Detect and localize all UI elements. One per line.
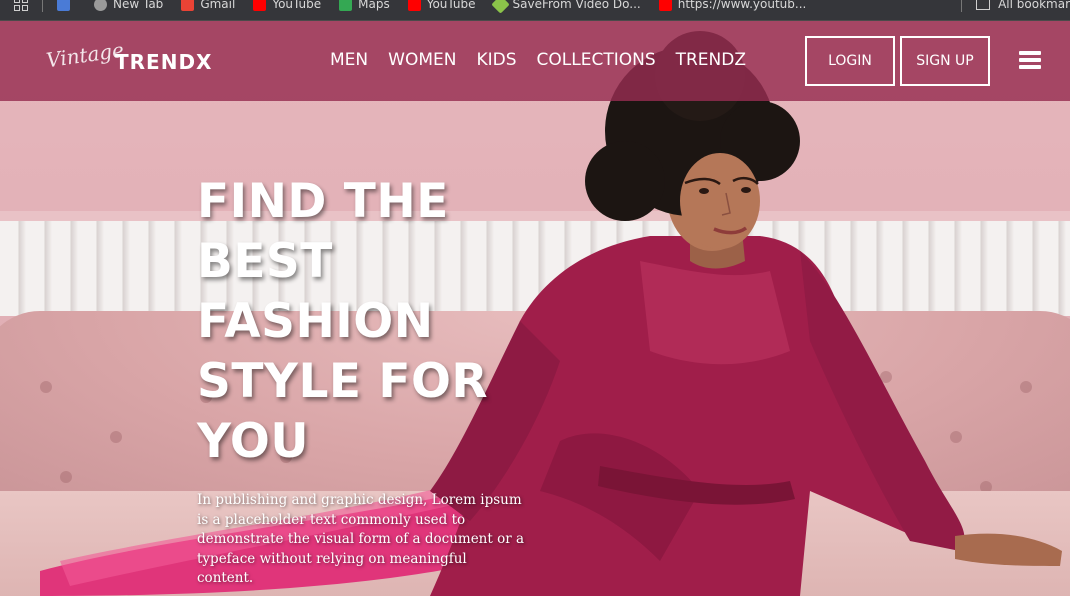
headline-line: YOU bbox=[197, 414, 309, 469]
bookmark-item[interactable] bbox=[57, 0, 76, 11]
main-nav: MEN WOMEN KIDS COLLECTIONS TRENDZ bbox=[330, 50, 746, 70]
signup-button[interactable]: SIGN UP bbox=[900, 36, 990, 86]
maps-icon bbox=[339, 0, 353, 11]
site-navbar: Vintage TRENDX MEN WOMEN KIDS COLLECTION… bbox=[0, 21, 1070, 101]
headline-line: BEST bbox=[197, 234, 333, 289]
youtube-icon bbox=[407, 0, 421, 11]
hero-headline: FIND THE BEST FASHION STYLE FOR YOU bbox=[197, 172, 527, 472]
bookmark-item[interactable]: YouTube bbox=[253, 0, 321, 11]
logo-wordmark[interactable]: TRENDX bbox=[115, 50, 212, 74]
nav-link-collections[interactable]: COLLECTIONS bbox=[537, 50, 656, 70]
all-bookmarks-link[interactable]: All bookmar bbox=[998, 0, 1070, 11]
nav-link-trendz[interactable]: TRENDZ bbox=[676, 50, 746, 70]
headline-line: FASHION bbox=[197, 294, 434, 349]
headline-line: FIND THE bbox=[197, 174, 449, 229]
divider bbox=[961, 0, 963, 12]
divider bbox=[42, 0, 43, 12]
login-button[interactable]: LOGIN bbox=[805, 36, 895, 86]
model-photo bbox=[40, 31, 1062, 596]
bookmark-item[interactable]: https://www.youtub... bbox=[658, 0, 806, 11]
nav-link-women[interactable]: WOMEN bbox=[388, 50, 456, 70]
nav-link-men[interactable]: MEN bbox=[330, 50, 368, 70]
bookmark-item[interactable]: New Tab bbox=[94, 0, 163, 11]
hero-section bbox=[0, 21, 1070, 596]
bookmark-item[interactable]: Gmail bbox=[181, 0, 235, 11]
youtube-icon bbox=[253, 0, 267, 11]
logo-script-text[interactable]: Vintage bbox=[45, 38, 126, 73]
apps-grid-icon[interactable] bbox=[14, 0, 28, 11]
bookmarks-bar: New Tab Gmail YouTube Maps YouTube SaveF… bbox=[0, 0, 1070, 21]
globe-icon bbox=[94, 0, 107, 11]
gmail-icon bbox=[181, 0, 195, 11]
hamburger-menu-icon[interactable] bbox=[1019, 51, 1041, 69]
folder-icon bbox=[976, 0, 991, 10]
docs-icon bbox=[57, 0, 70, 11]
bookmark-item[interactable]: SaveFrom Video Do... bbox=[490, 0, 641, 14]
savefrom-icon bbox=[490, 0, 510, 14]
bookmark-item[interactable]: YouTube bbox=[407, 0, 476, 11]
bookmark-item[interactable]: Maps bbox=[339, 0, 390, 11]
nav-link-kids[interactable]: KIDS bbox=[476, 50, 516, 70]
headline-line: STYLE FOR bbox=[197, 354, 489, 409]
hero-description: In publishing and graphic design, Lorem … bbox=[197, 492, 525, 586]
youtube-icon bbox=[658, 0, 672, 11]
